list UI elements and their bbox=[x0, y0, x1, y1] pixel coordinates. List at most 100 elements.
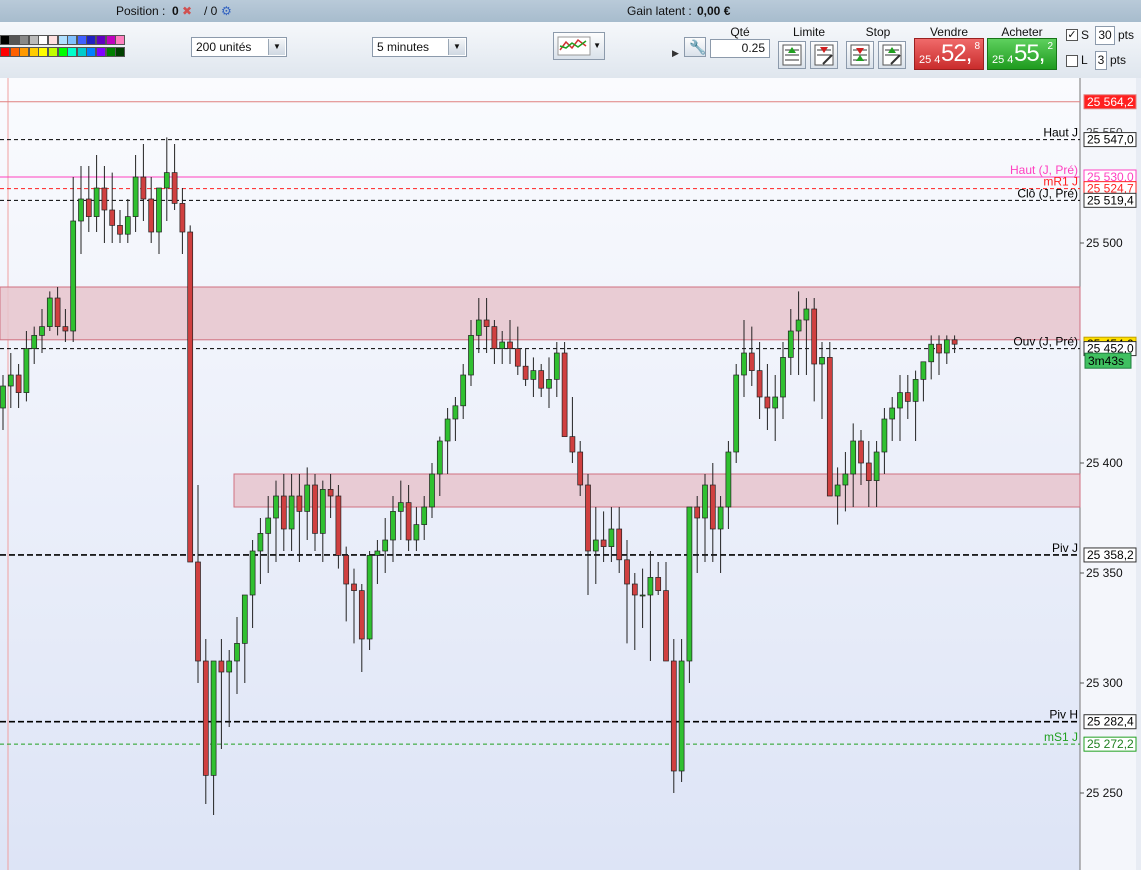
collapse-arrow-icon[interactable]: ▶ bbox=[672, 48, 679, 59]
l-points-input[interactable]: 3 bbox=[1095, 51, 1107, 70]
candle-body bbox=[195, 561, 201, 662]
countdown-label: 3m43s bbox=[1088, 354, 1124, 368]
sell-label: Vendre bbox=[929, 25, 969, 39]
color-swatch[interactable] bbox=[48, 47, 58, 57]
price-chart[interactable]: 25 500 25 400 25 350 25 300 25 250 25 564,2 Ha… bbox=[0, 78, 1141, 870]
chevron-down-icon[interactable]: ▼ bbox=[448, 39, 465, 55]
color-swatch[interactable] bbox=[57, 35, 68, 45]
level-label: Clô (J, Pré) bbox=[1017, 186, 1078, 200]
color-swatch[interactable] bbox=[86, 47, 97, 57]
candle-body bbox=[210, 660, 217, 776]
color-swatch[interactable] bbox=[0, 35, 10, 45]
color-swatch[interactable] bbox=[0, 47, 10, 57]
level-tag: 25 519,4 bbox=[1087, 193, 1134, 207]
color-swatch[interactable] bbox=[76, 35, 87, 45]
limit-buy-button[interactable] bbox=[778, 41, 806, 69]
candle-body bbox=[631, 583, 638, 596]
candle-body bbox=[889, 407, 896, 420]
color-swatch[interactable] bbox=[67, 35, 78, 45]
candle-body bbox=[592, 539, 599, 552]
candle-body bbox=[748, 352, 755, 371]
chevron-down-icon[interactable]: ▼ bbox=[593, 41, 601, 50]
units-select[interactable]: 200 unités ▼ bbox=[191, 37, 287, 57]
candle-body bbox=[616, 528, 623, 561]
color-swatch[interactable] bbox=[48, 35, 58, 45]
y-tick-label: 25 250 bbox=[1086, 786, 1123, 800]
gain-value: 0,00 € bbox=[697, 4, 731, 18]
wrench-button[interactable]: 🔧 bbox=[684, 37, 706, 57]
candle-body bbox=[842, 473, 849, 486]
candle-body bbox=[460, 374, 467, 407]
gain-label: Gain latent : bbox=[627, 4, 692, 18]
color-swatch[interactable] bbox=[19, 47, 30, 57]
s-points-input[interactable]: 30 bbox=[1095, 26, 1115, 45]
candle-body bbox=[819, 357, 825, 365]
candle-body bbox=[663, 590, 669, 662]
settings-icon[interactable]: ⚙ bbox=[221, 4, 232, 18]
candle-body bbox=[858, 440, 864, 464]
candle-body bbox=[647, 577, 654, 596]
candle-body bbox=[951, 339, 958, 345]
color-swatch[interactable] bbox=[105, 47, 116, 57]
limit-buy-icon bbox=[782, 44, 802, 66]
color-swatch[interactable] bbox=[86, 35, 97, 45]
candle-body bbox=[163, 172, 170, 189]
l-checkbox[interactable] bbox=[1066, 55, 1078, 67]
interval-select[interactable]: 5 minutes ▼ bbox=[372, 37, 467, 57]
color-swatch[interactable] bbox=[105, 35, 116, 45]
candle-body bbox=[312, 484, 318, 534]
sell-button[interactable]: 25 4 52, 8 bbox=[914, 38, 984, 70]
candle-body bbox=[101, 187, 108, 211]
candle-body bbox=[741, 352, 747, 376]
candle-body bbox=[491, 326, 498, 349]
limit-sell-button[interactable] bbox=[810, 41, 838, 69]
sell-price-sup: 8 bbox=[974, 41, 980, 52]
color-swatch[interactable] bbox=[28, 35, 39, 45]
color-swatch[interactable] bbox=[115, 35, 126, 45]
candle-body bbox=[429, 473, 435, 508]
candle-body bbox=[15, 374, 22, 393]
color-swatch[interactable] bbox=[96, 35, 106, 45]
buy-price-prefix: 25 4 bbox=[992, 54, 1014, 66]
candle-body bbox=[171, 172, 178, 204]
buy-label: Acheter bbox=[1001, 25, 1043, 39]
candle-body bbox=[787, 330, 794, 358]
level-label: Piv J bbox=[1052, 541, 1078, 555]
chevron-down-icon[interactable]: ▼ bbox=[268, 39, 285, 55]
stop-buy-button[interactable] bbox=[846, 41, 874, 69]
color-swatch[interactable] bbox=[9, 35, 20, 45]
candle-body bbox=[850, 440, 857, 475]
support-resistance-zone bbox=[233, 473, 1081, 508]
color-swatch[interactable] bbox=[28, 47, 39, 57]
stop-sell-button[interactable] bbox=[878, 41, 906, 69]
buy-button[interactable]: 25 4 55, 2 bbox=[987, 38, 1057, 70]
color-swatch[interactable] bbox=[19, 35, 30, 45]
s-checkbox[interactable]: ✓ bbox=[1066, 29, 1078, 41]
candle-body bbox=[366, 555, 373, 640]
limit-label: Limite bbox=[792, 25, 825, 39]
candle-body bbox=[241, 594, 248, 644]
level-tag: 25 272,2 bbox=[1087, 737, 1134, 751]
color-swatch[interactable] bbox=[67, 47, 78, 57]
qty-input[interactable]: 0.25 bbox=[710, 39, 770, 58]
close-position-icon[interactable]: ✖ bbox=[182, 4, 192, 18]
level-label: Ouv (J, Pré) bbox=[1013, 335, 1078, 349]
color-swatch[interactable] bbox=[57, 47, 68, 57]
candle-body bbox=[46, 297, 53, 327]
candle-body bbox=[483, 319, 490, 327]
candle-body bbox=[585, 484, 591, 552]
color-swatch[interactable] bbox=[76, 47, 87, 57]
candle-body bbox=[514, 348, 521, 367]
candle-body bbox=[327, 489, 334, 497]
status-bar: Position : 0 ✖ / 0 ⚙ Gain latent : 0,00 … bbox=[0, 0, 1141, 23]
buy-price-sup: 2 bbox=[1047, 41, 1053, 52]
color-swatch[interactable] bbox=[9, 47, 20, 57]
indicators-button[interactable]: ▼ bbox=[553, 32, 605, 60]
candle-body bbox=[304, 484, 311, 512]
color-swatch[interactable] bbox=[96, 47, 106, 57]
candle-body bbox=[179, 203, 186, 233]
color-swatch[interactable] bbox=[115, 47, 126, 57]
candle-body bbox=[382, 539, 389, 552]
color-swatch[interactable] bbox=[38, 35, 49, 45]
color-swatch[interactable] bbox=[38, 47, 49, 57]
